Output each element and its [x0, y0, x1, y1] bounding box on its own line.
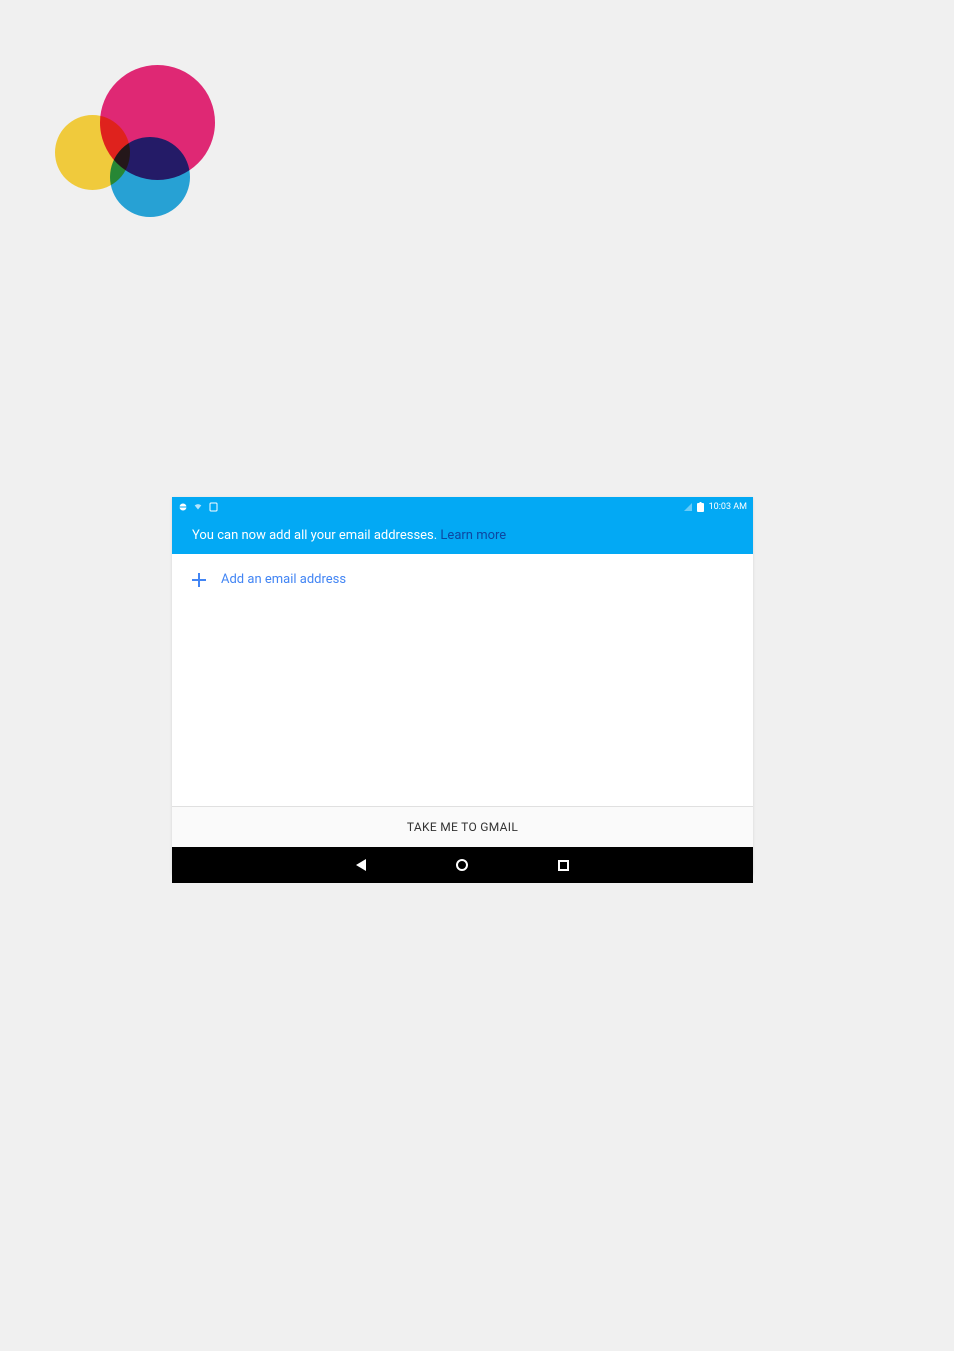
android-screenshot: 10:03 AM You can now add all your email …	[172, 497, 753, 874]
status-time: 10:03 AM	[709, 502, 747, 512]
back-button[interactable]	[356, 859, 366, 871]
plus-icon	[192, 573, 206, 587]
battery-icon	[696, 502, 706, 512]
recent-apps-button[interactable]	[558, 860, 569, 871]
wifi-icon	[193, 502, 203, 512]
learn-more-link[interactable]: Learn more	[440, 528, 506, 543]
debug-icon	[178, 502, 188, 512]
logo	[55, 65, 220, 220]
take-me-to-gmail-button[interactable]: TAKE ME TO GMAIL	[172, 806, 753, 847]
device-icon	[208, 502, 218, 512]
signal-icon	[683, 502, 693, 512]
add-email-label: Add an email address	[221, 572, 346, 587]
header-message-bar: You can now add all your email addresses…	[172, 517, 753, 554]
logo-circle-blue	[110, 137, 190, 217]
header-message-text: You can now add all your email addresses…	[192, 528, 440, 543]
status-left-icons	[178, 502, 218, 512]
status-bar: 10:03 AM	[172, 497, 753, 517]
android-nav-bar	[172, 847, 753, 883]
status-right: 10:03 AM	[683, 502, 747, 512]
home-button[interactable]	[456, 859, 468, 871]
add-email-button[interactable]: Add an email address	[192, 572, 733, 587]
content-area: Add an email address	[172, 554, 753, 806]
